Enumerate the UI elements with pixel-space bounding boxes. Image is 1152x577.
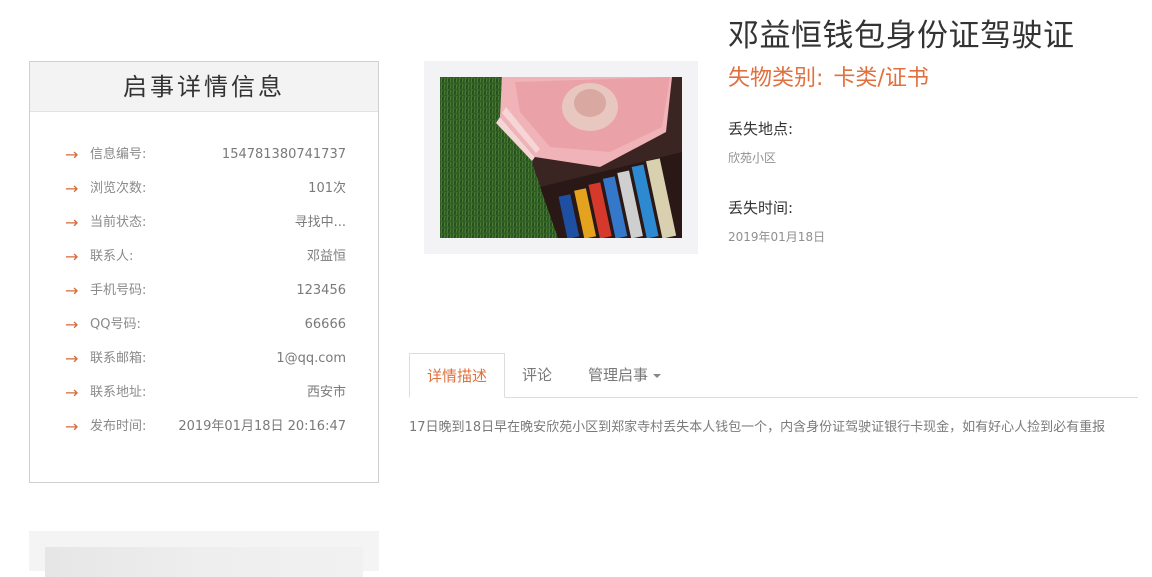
info-panel-title: 启事详情信息	[30, 62, 378, 112]
info-value: 寻找中...	[294, 215, 346, 230]
info-row-phone: → 手机号码: 123456	[30, 281, 378, 301]
wallet-image	[440, 77, 682, 238]
info-row-address: → 联系地址: 西安市	[30, 383, 378, 403]
info-row-email: → 联系邮箱: 1@qq.com	[30, 349, 378, 369]
info-row-published: → 发布时间: 2019年01月18日 20:16:47	[30, 417, 378, 437]
item-photo-frame	[424, 61, 698, 254]
info-value: 101次	[308, 181, 346, 196]
right-arrow-icon: →	[65, 315, 79, 334]
info-value: 154781380741737	[221, 147, 346, 162]
info-label: 发布时间:	[90, 419, 147, 434]
info-label: 当前状态:	[90, 215, 147, 230]
info-value: 123456	[296, 283, 346, 298]
info-label: 联系邮箱:	[90, 351, 147, 366]
right-arrow-icon: →	[65, 213, 79, 232]
caret-down-icon	[653, 373, 662, 378]
right-arrow-icon: →	[65, 179, 79, 198]
info-row-status: → 当前状态: 寻找中...	[30, 213, 378, 233]
info-value: 西安市	[306, 385, 346, 400]
info-value: 1@qq.com	[276, 351, 346, 366]
category-label: 失物类别:	[728, 66, 824, 91]
right-arrow-icon: →	[65, 417, 79, 436]
info-value: 邓益恒	[306, 249, 346, 264]
info-row-qq: → QQ号码: 66666	[30, 315, 378, 335]
right-arrow-icon: →	[65, 281, 79, 300]
info-label: 联系地址:	[90, 385, 147, 400]
right-arrow-icon: →	[65, 383, 79, 402]
tab-label: 管理启事	[588, 366, 649, 384]
right-arrow-icon: →	[65, 349, 79, 368]
info-label: 信息编号:	[90, 147, 147, 162]
secondary-panel	[29, 531, 379, 577]
secondary-panel-placeholder	[45, 547, 363, 577]
tab-manage[interactable]: 管理启事	[588, 353, 662, 397]
lost-time-label: 丢失时间:	[728, 199, 794, 217]
detail-tabs: 详情描述 评论 管理启事	[409, 353, 1138, 398]
lost-time-value: 2019年01月18日	[728, 230, 826, 244]
info-value: 66666	[304, 317, 346, 332]
tab-comments[interactable]: 评论	[522, 353, 552, 397]
right-arrow-icon: →	[65, 145, 79, 164]
info-row-contact: → 联系人: 邓益恒	[30, 247, 378, 267]
lost-place-value: 欣苑小区	[728, 151, 777, 165]
info-value: 2019年01月18日 20:16:47	[178, 419, 346, 434]
item-title: 邓益恒钱包身份证驾驶证	[728, 18, 1075, 54]
tab-label: 详情描述	[426, 367, 487, 385]
category-value: 卡类/证书	[833, 66, 929, 91]
info-label: 手机号码:	[90, 283, 147, 298]
info-label: 浏览次数:	[90, 181, 147, 196]
tab-description[interactable]: 详情描述	[409, 353, 505, 398]
info-label: QQ号码:	[90, 317, 141, 332]
lost-place-label: 丢失地点:	[728, 120, 794, 138]
description-text: 17日晚到18日早在晚安欣苑小区到郑家寺村丢失本人钱包一个，内含身份证驾驶证银行…	[409, 420, 1106, 435]
item-category: 失物类别: 卡类/证书	[728, 60, 929, 92]
info-panel: 启事详情信息 → 信息编号: 154781380741737 → 浏览次数: 1…	[29, 61, 379, 483]
info-row-views: → 浏览次数: 101次	[30, 179, 378, 199]
info-row-id: → 信息编号: 154781380741737	[30, 145, 378, 165]
tab-label: 评论	[522, 366, 553, 384]
item-photo[interactable]	[440, 77, 682, 238]
right-arrow-icon: →	[65, 247, 79, 266]
info-label: 联系人:	[90, 249, 134, 264]
